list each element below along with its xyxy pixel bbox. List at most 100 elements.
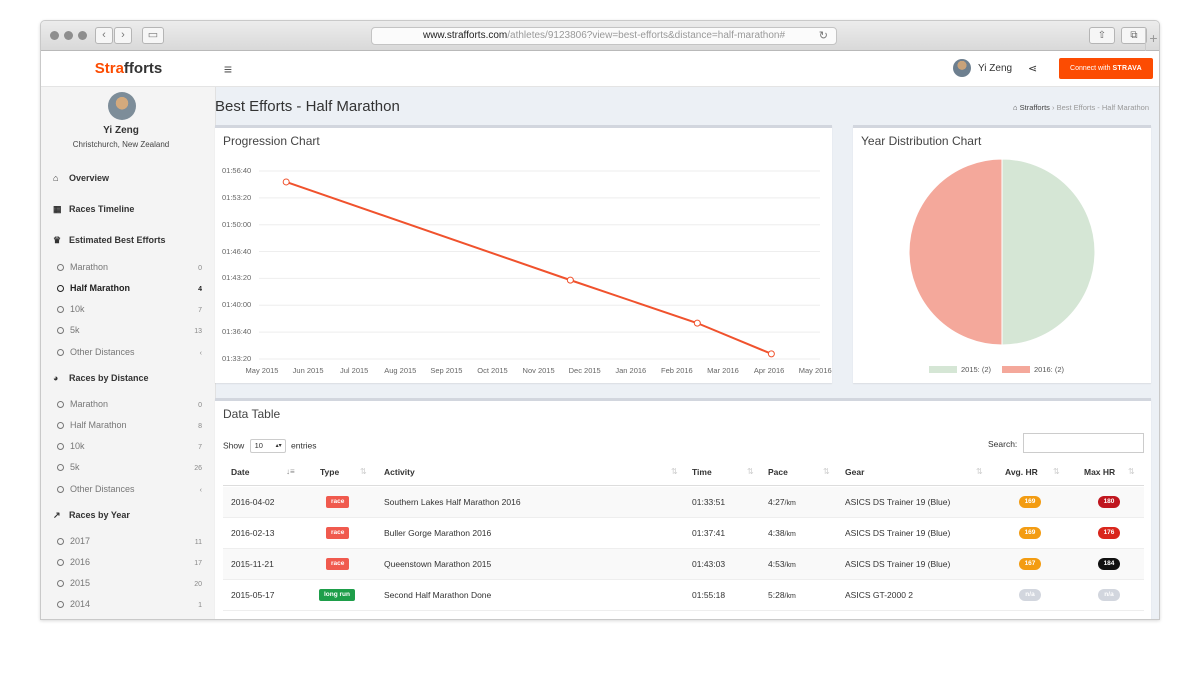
address-bar[interactable]: www.strafforts.com/athletes/9123806?view…	[371, 27, 837, 45]
sidebar-item-label: 2015	[70, 578, 91, 588]
connect-prefix: Connect with	[1070, 65, 1113, 72]
cell-pace: 5:28/km	[768, 590, 796, 600]
column-header-gear[interactable]: Gear	[845, 467, 864, 477]
sidebar-item-be-half-marathon[interactable]: Half Marathon 4	[57, 281, 202, 295]
sidebar-item-year-2015[interactable]: 2015 20	[57, 576, 202, 590]
sort-icon[interactable]: ⇅	[976, 467, 983, 476]
sidebar-item-rd-5k[interactable]: 5k 26	[57, 460, 202, 474]
sidebar-item-overview[interactable]: ⌂ Overview	[53, 171, 109, 185]
circle-icon	[57, 327, 64, 334]
pie-slice-2016[interactable]	[908, 158, 1003, 346]
column-header-max-hr[interactable]: Max HR	[1084, 467, 1115, 477]
sidebar-item-be-marathon[interactable]: Marathon 0	[57, 260, 202, 274]
column-header-type[interactable]: Type	[320, 467, 339, 477]
legend-swatch-2015	[929, 366, 957, 373]
strava-wordmark: STRAVA	[1112, 65, 1142, 72]
sidebar-toggle-icon[interactable]: ▭	[142, 27, 164, 44]
menu-toggle-icon[interactable]: ≡	[216, 51, 240, 87]
table-row[interactable]: 2016-04-02 race Southern Lakes Half Marath…	[223, 487, 1144, 518]
circle-icon	[57, 486, 64, 493]
sidebar-item-year-2016[interactable]: 2016 17	[57, 555, 202, 569]
cell-activity-link[interactable]: Queenstown Marathon 2015	[384, 559, 491, 569]
tabs-overview-icon[interactable]: ⧉	[1121, 27, 1147, 44]
browser-window: ‹ › ▭ www.strafforts.com/athletes/912380…	[40, 20, 1160, 620]
sidebar-item-rd-marathon[interactable]: Marathon 0	[57, 397, 202, 411]
pie-slice-2015[interactable]	[1001, 158, 1096, 346]
forward-icon[interactable]: ›	[114, 27, 132, 44]
table-row[interactable]: 2015-11-21 race Queenstown Marathon 2015 01…	[223, 549, 1144, 580]
header-user-name[interactable]: Yi Zeng	[978, 51, 1012, 87]
sidebar-item-be-10k[interactable]: 10k 7	[57, 302, 202, 316]
column-header-avg-hr[interactable]: Avg. HR	[1005, 467, 1038, 477]
chevron-left-icon: ‹	[199, 487, 202, 494]
reload-icon[interactable]: ↻	[819, 28, 828, 44]
data-point[interactable]	[767, 350, 775, 358]
cell-activity-link[interactable]: Southern Lakes Half Marathon 2016	[384, 497, 521, 507]
back-icon[interactable]: ‹	[95, 27, 113, 44]
entries-label: entries	[291, 440, 317, 451]
pie-chart-icon: ◕	[53, 373, 59, 383]
column-header-pace[interactable]: Pace	[768, 467, 788, 477]
share-icon[interactable]: ⋖	[1028, 51, 1037, 87]
sort-icon[interactable]: ⇅	[360, 467, 367, 476]
sidebar-item-label: 10k	[70, 441, 85, 451]
cell-date: 2015-05-17	[231, 590, 275, 600]
sort-icon[interactable]: ⇅	[747, 467, 754, 476]
sidebar-item-be-other[interactable]: Other Distances ‹	[57, 345, 202, 359]
cell-pace: 4:53/km	[768, 559, 796, 569]
pace-value: 4:27	[768, 497, 785, 507]
sidebar-item-rd-half-marathon[interactable]: Half Marathon 8	[57, 418, 202, 432]
table-row[interactable]: 2015-05-17 long run Second Half Marathon D…	[223, 580, 1144, 611]
sidebar-item-races-timeline[interactable]: ▦ Races Timeline	[53, 202, 134, 216]
sidebar-item-label: Other Distances	[70, 484, 135, 494]
sidebar-item-year-2014[interactable]: 2014 1	[57, 597, 202, 611]
cell-activity-link[interactable]: Second Half Marathon Done	[384, 590, 491, 600]
sort-icon[interactable]: ⇅	[1053, 467, 1060, 476]
column-header-activity[interactable]: Activity	[384, 467, 415, 477]
pace-unit: /km	[784, 500, 796, 507]
search-input[interactable]	[1023, 433, 1144, 453]
sidebar-header-races-by-distance[interactable]: ◕ Races by Distance	[53, 371, 149, 385]
avg-hr-badge: 167	[1019, 558, 1041, 570]
data-point[interactable]	[282, 178, 290, 186]
sidebar-item-rd-other[interactable]: Other Distances ‹	[57, 482, 202, 496]
share-page-icon[interactable]: ⇧	[1089, 27, 1115, 44]
sort-desc-icon[interactable]: ↓≡	[286, 467, 295, 476]
sidebar-item-count: 20	[194, 581, 202, 588]
minimize-window-button[interactable]	[64, 31, 73, 40]
column-header-time[interactable]: Time	[692, 467, 712, 477]
sidebar-item-year-2017[interactable]: 2017 11	[57, 534, 202, 548]
sidebar-item-count: 11	[194, 539, 202, 546]
sidebar-header-races-by-year[interactable]: ↗ Races by Year	[53, 508, 130, 522]
pace-unit: /km	[784, 593, 796, 600]
sort-icon[interactable]: ⇅	[1128, 467, 1135, 476]
logo-rest: fforts	[123, 60, 163, 77]
new-tab-icon[interactable]: +	[1145, 27, 1159, 51]
sidebar-item-be-5k[interactable]: 5k 13	[57, 323, 202, 337]
sidebar-item-label: 10k	[70, 304, 85, 314]
data-point[interactable]	[566, 276, 574, 284]
site-logo[interactable]: Strafforts	[41, 51, 216, 87]
table-row[interactable]: 2016-02-13 race Buller Gorge Marathon 2016…	[223, 518, 1144, 549]
sidebar-item-label: 2014	[70, 599, 91, 609]
breadcrumb: ⌂ Strafforts › Best Efforts - Half Marat…	[1013, 103, 1149, 112]
sidebar-item-count: 17	[194, 560, 202, 567]
close-window-button[interactable]	[50, 31, 59, 40]
circle-icon	[57, 580, 64, 587]
circle-icon	[57, 264, 64, 271]
profile-location: Christchurch, New Zealand	[72, 140, 170, 149]
sort-icon[interactable]: ⇅	[671, 467, 678, 476]
data-point[interactable]	[693, 319, 701, 327]
sidebar-item-rd-10k[interactable]: 10k 7	[57, 439, 202, 453]
column-header-date[interactable]: Date	[231, 467, 249, 477]
avatar[interactable]	[953, 59, 971, 77]
sidebar-header-best-efforts[interactable]: ♛ Estimated Best Efforts	[53, 233, 166, 247]
zoom-window-button[interactable]	[78, 31, 87, 40]
connect-strava-button[interactable]: Connect with STRAVA	[1059, 58, 1153, 79]
page-length-select[interactable]: 10 ▴▾	[249, 439, 286, 453]
breadcrumb-home[interactable]: ⌂ Strafforts	[1013, 103, 1050, 112]
cell-activity-link[interactable]: Buller Gorge Marathon 2016	[384, 528, 491, 538]
sort-icon[interactable]: ⇅	[823, 467, 830, 476]
series-line	[285, 181, 772, 355]
sidebar-item-count: 7	[198, 444, 202, 451]
